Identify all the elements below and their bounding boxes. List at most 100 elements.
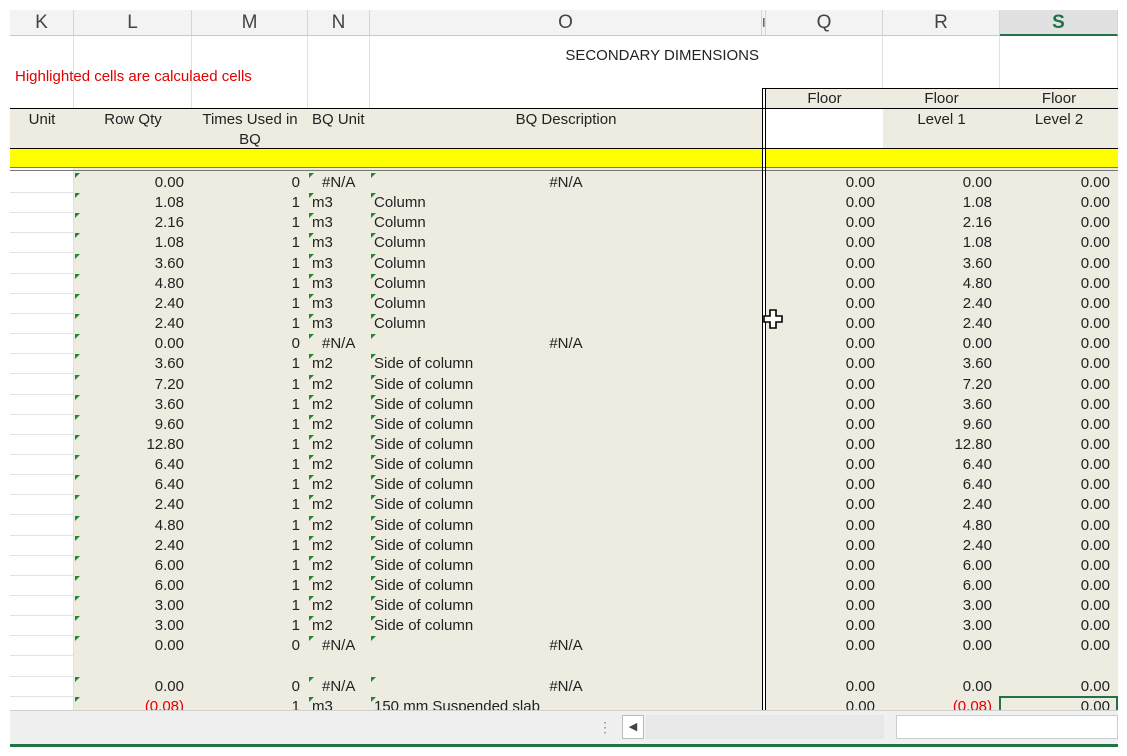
bq-unit-cell[interactable]: m2 xyxy=(312,616,333,636)
row-qty-cell[interactable]: 6.40 xyxy=(74,455,184,475)
floor-q-cell[interactable]: 0.00 xyxy=(766,697,875,710)
floor-r-cell[interactable]: 6.00 xyxy=(883,576,992,596)
floor-s-cell[interactable]: 0.00 xyxy=(1000,193,1110,213)
spreadsheet-grid[interactable]: K L M N O I Q R S SECONDARY DIMENSIONS H… xyxy=(10,10,1118,710)
times-used-cell[interactable]: 1 xyxy=(192,475,300,495)
bq-description-cell[interactable]: #N/A xyxy=(370,334,762,354)
bq-unit-cell[interactable]: m3 xyxy=(312,193,333,213)
floor-s-cell[interactable]: 0.00 xyxy=(1000,395,1110,415)
floor-r-cell[interactable]: 6.40 xyxy=(883,475,992,495)
times-used-cell[interactable]: 1 xyxy=(192,576,300,596)
bq-unit-cell[interactable]: m2 xyxy=(312,415,333,435)
bq-unit-cell[interactable]: m3 xyxy=(312,294,333,314)
floor-r-cell[interactable]: 2.16 xyxy=(883,213,992,233)
times-used-cell[interactable]: 1 xyxy=(192,495,300,515)
floor-q-cell[interactable]: 0.00 xyxy=(766,616,875,636)
bq-description-cell[interactable]: Side of column xyxy=(374,576,473,596)
chevron-left-icon[interactable]: ◀ xyxy=(622,715,644,739)
floor-q-cell[interactable]: 0.00 xyxy=(766,576,875,596)
row-qty-cell[interactable]: 0.00 xyxy=(74,173,184,193)
bq-description-cell[interactable]: Side of column xyxy=(374,616,473,636)
bq-unit-cell[interactable]: m2 xyxy=(312,516,333,536)
floor-s-cell[interactable]: 0.00 xyxy=(1000,354,1110,374)
bq-description-cell[interactable]: Side of column xyxy=(374,516,473,536)
bq-unit-cell[interactable]: m3 xyxy=(312,254,333,274)
bq-description-cell[interactable]: Side of column xyxy=(374,495,473,515)
floor-q-cell[interactable]: 0.00 xyxy=(766,193,875,213)
bq-unit-cell[interactable]: m2 xyxy=(312,455,333,475)
bq-unit-cell[interactable]: m3 xyxy=(312,314,333,334)
bq-unit-cell[interactable]: m2 xyxy=(312,375,333,395)
cell-area[interactable]: SECONDARY DIMENSIONS Highlighted cells a… xyxy=(10,36,1118,710)
floor-s-cell[interactable]: 0.00 xyxy=(1000,596,1110,616)
bq-unit-cell[interactable]: m2 xyxy=(312,596,333,616)
bq-unit-cell[interactable]: m3 xyxy=(312,213,333,233)
floor-r-cell[interactable]: (0.08) xyxy=(883,697,992,710)
row-qty-cell[interactable]: 12.80 xyxy=(74,435,184,455)
col-header-m[interactable]: M xyxy=(192,10,308,36)
floor-q-cell[interactable]: 0.00 xyxy=(766,274,875,294)
floor-s-cell[interactable]: 0.00 xyxy=(1000,233,1110,253)
floor-s-cell[interactable]: 0.00 xyxy=(1000,516,1110,536)
bq-description-cell[interactable]: Column xyxy=(374,233,426,253)
bq-unit-cell[interactable]: #N/A xyxy=(322,636,355,656)
bq-unit-cell[interactable]: m2 xyxy=(312,475,333,495)
floor-q-cell[interactable]: 0.00 xyxy=(766,536,875,556)
floor-q-cell[interactable]: 0.00 xyxy=(766,375,875,395)
times-used-cell[interactable]: 1 xyxy=(192,213,300,233)
floor-q-cell[interactable]: 0.00 xyxy=(766,516,875,536)
floor-q-cell[interactable]: 0.00 xyxy=(766,677,875,697)
floor-r-cell[interactable]: 2.40 xyxy=(883,495,992,515)
floor-r-cell[interactable]: 3.00 xyxy=(883,596,992,616)
row-qty-cell[interactable]: 2.16 xyxy=(74,213,184,233)
floor-q-cell[interactable]: 0.00 xyxy=(766,233,875,253)
row-qty-cell[interactable]: 2.40 xyxy=(74,536,184,556)
times-used-cell[interactable]: 1 xyxy=(192,455,300,475)
times-used-cell[interactable]: 0 xyxy=(192,636,300,656)
floor-r-cell[interactable]: 12.80 xyxy=(883,435,992,455)
times-used-cell[interactable]: 1 xyxy=(192,354,300,374)
bq-unit-cell[interactable]: #N/A xyxy=(322,334,355,354)
bq-unit-cell[interactable]: m3 xyxy=(312,274,333,294)
row-qty-cell[interactable]: 3.00 xyxy=(74,596,184,616)
times-used-cell[interactable]: 1 xyxy=(192,435,300,455)
floor-r-cell[interactable]: 1.08 xyxy=(883,233,992,253)
bq-unit-cell[interactable]: m2 xyxy=(312,576,333,596)
bq-description-cell[interactable]: Column xyxy=(374,294,426,314)
times-used-cell[interactable]: 1 xyxy=(192,556,300,576)
row-qty-cell[interactable]: 7.20 xyxy=(74,375,184,395)
bq-description-cell[interactable]: #N/A xyxy=(370,636,762,656)
col-header-n[interactable]: N xyxy=(308,10,370,36)
floor-r-cell[interactable]: 2.40 xyxy=(883,536,992,556)
floor-q-cell[interactable]: 0.00 xyxy=(766,596,875,616)
floor-r-cell[interactable]: 7.20 xyxy=(883,375,992,395)
floor-s-cell[interactable]: 0.00 xyxy=(1000,254,1110,274)
floor-q-cell[interactable]: 0.00 xyxy=(766,435,875,455)
row-qty-cell[interactable]: 6.40 xyxy=(74,475,184,495)
floor-s-cell[interactable]: 0.00 xyxy=(1000,173,1110,193)
times-used-cell[interactable]: 0 xyxy=(192,173,300,193)
floor-q-cell[interactable]: 0.00 xyxy=(766,455,875,475)
row-qty-cell[interactable]: (0.08) xyxy=(74,697,184,710)
floor-s-cell[interactable]: 0.00 xyxy=(1000,294,1110,314)
row-qty-cell[interactable]: 2.40 xyxy=(74,495,184,515)
floor-q-cell[interactable]: 0.00 xyxy=(766,395,875,415)
floor-r-cell[interactable]: 2.40 xyxy=(883,314,992,334)
bq-description-cell[interactable]: Column xyxy=(374,314,426,334)
floor-r-cell[interactable]: 6.40 xyxy=(883,455,992,475)
floor-s-cell[interactable]: 0.00 xyxy=(1000,475,1110,495)
row-qty-cell[interactable]: 0.00 xyxy=(74,636,184,656)
bq-description-cell[interactable]: #N/A xyxy=(370,173,762,193)
col-header-k[interactable]: K xyxy=(10,10,74,36)
bq-unit-cell[interactable]: m2 xyxy=(312,354,333,374)
row-qty-cell[interactable]: 6.00 xyxy=(74,556,184,576)
floor-s-cell[interactable]: 0.00 xyxy=(1000,576,1110,596)
col-header-o[interactable]: O xyxy=(370,10,762,36)
bq-description-cell[interactable]: Side of column xyxy=(374,354,473,374)
col-header-l[interactable]: L xyxy=(74,10,192,36)
floor-r-cell[interactable]: 0.00 xyxy=(883,334,992,354)
bq-unit-cell[interactable]: m2 xyxy=(312,556,333,576)
floor-q-cell[interactable]: 0.00 xyxy=(766,213,875,233)
times-used-cell[interactable]: 1 xyxy=(192,616,300,636)
row-qty-cell[interactable]: 0.00 xyxy=(74,677,184,697)
